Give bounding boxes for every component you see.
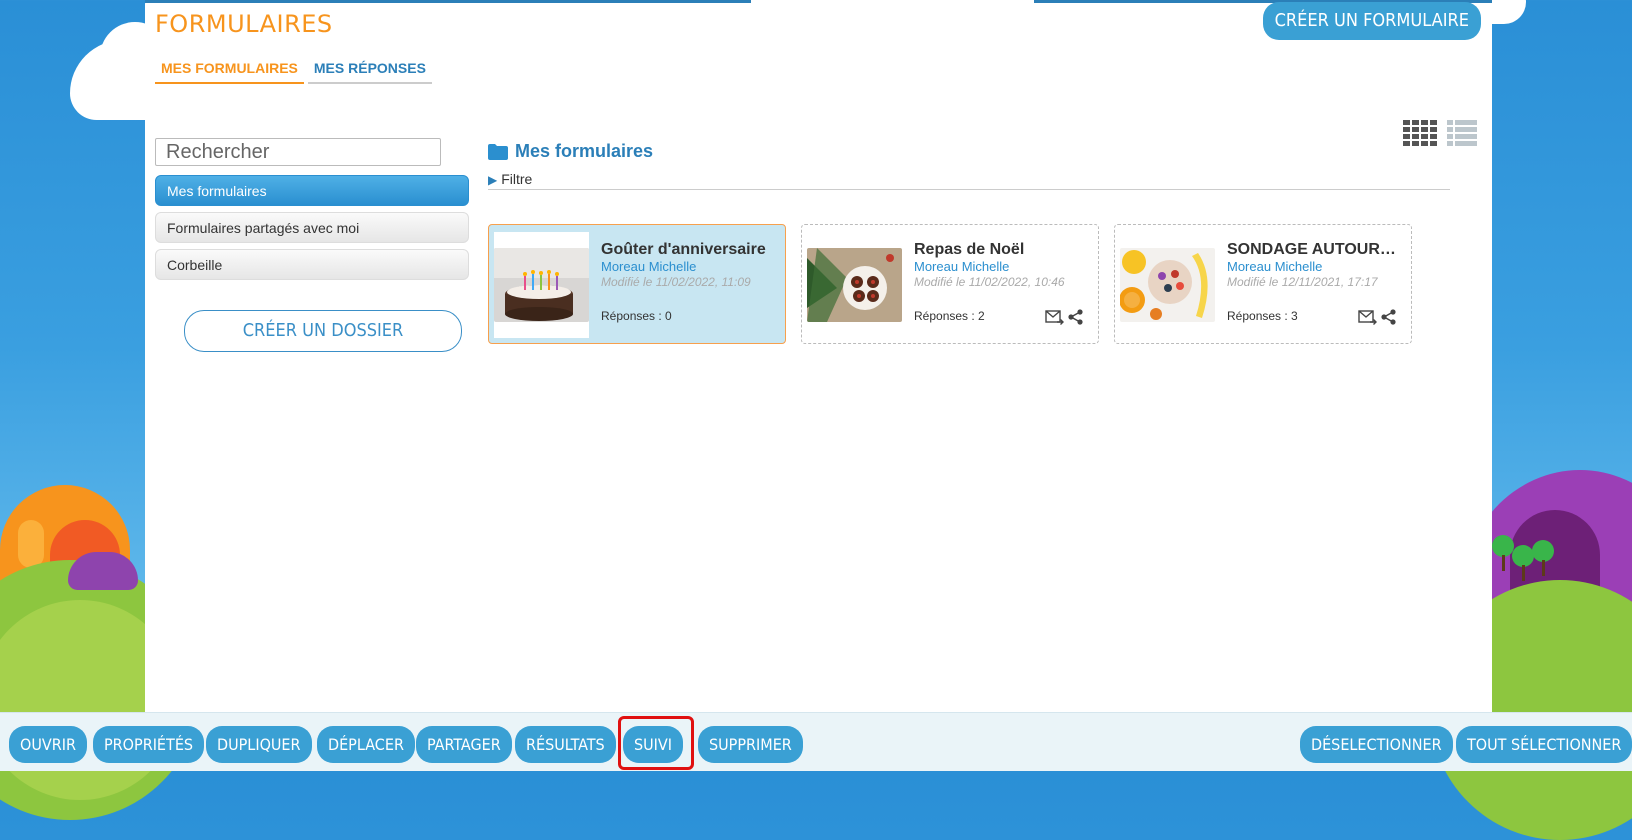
filter-toggle[interactable]: ▶ Filtre <box>488 171 1450 190</box>
form-author: Moreau Michelle <box>1227 259 1323 274</box>
send-email-icon[interactable] <box>1045 309 1064 325</box>
search-input[interactable] <box>155 138 441 166</box>
tab-my-responses[interactable]: MES RÉPONSES <box>307 56 432 84</box>
form-response-count: Réponses : 2 <box>914 309 985 323</box>
grid-view-icon[interactable] <box>1403 120 1437 146</box>
sidebar-item-trash[interactable]: Corbeille <box>155 249 469 280</box>
properties-button[interactable]: PROPRIÉTÉS <box>93 726 205 763</box>
folder-heading: Mes formulaires <box>488 141 653 162</box>
create-folder-button[interactable]: CRÉER UN DOSSIER <box>184 310 462 352</box>
form-card[interactable]: Repas de Noël Moreau Michelle Modifié le… <box>801 224 1099 344</box>
tab-my-forms[interactable]: MES FORMULAIRES <box>155 56 304 84</box>
form-modified-date: Modifié le 11/02/2022, 11:09 <box>601 275 751 289</box>
form-response-count: Réponses : 3 <box>1227 309 1298 323</box>
list-view-icon[interactable] <box>1447 120 1477 146</box>
breakfast-fruit-image <box>1120 248 1215 322</box>
christmas-cookies-image <box>807 248 902 322</box>
form-response-count: Réponses : 0 <box>601 309 672 323</box>
background-tree <box>1532 540 1554 576</box>
share-icon[interactable] <box>1067 309 1084 325</box>
form-author: Moreau Michelle <box>601 259 697 274</box>
share-icon[interactable] <box>1380 309 1397 325</box>
form-modified-date: Modifié le 11/02/2022, 10:46 <box>914 275 1065 289</box>
folder-icon <box>488 143 508 160</box>
form-title: Repas de Noël <box>914 241 1025 258</box>
form-thumbnail <box>494 232 589 338</box>
form-thumbnail <box>1120 232 1215 338</box>
folder-title: Mes formulaires <box>515 141 654 161</box>
background-tree <box>1492 535 1514 571</box>
background-bush <box>68 552 138 590</box>
create-form-button[interactable]: CRÉER UN FORMULAIRE <box>1262 2 1481 40</box>
card-actions <box>1045 309 1084 325</box>
share-button[interactable]: PARTAGER <box>416 726 512 763</box>
delete-button[interactable]: SUPPRIMER <box>698 726 803 763</box>
open-button[interactable]: OUVRIR <box>9 726 87 763</box>
form-card[interactable]: SONDAGE AUTOUR… Moreau Michelle Modifié … <box>1114 224 1412 344</box>
background-tree <box>1512 545 1534 581</box>
tracking-button[interactable]: SUIVI <box>623 726 684 763</box>
form-title: SONDAGE AUTOUR… <box>1227 241 1396 258</box>
form-title: Goûter d'anniversaire <box>601 241 766 258</box>
results-button[interactable]: RÉSULTATS <box>515 726 616 763</box>
tab-bar: MES FORMULAIRES MES RÉPONSES <box>155 56 432 84</box>
deselect-button[interactable]: DÉSELECTIONNER <box>1300 726 1453 763</box>
sidebar-item-shared-forms[interactable]: Formulaires partagés avec moi <box>155 212 469 243</box>
form-modified-date: Modifié le 12/11/2021, 17:17 <box>1227 275 1378 289</box>
form-card[interactable]: Goûter d'anniversaire Moreau Michelle Mo… <box>488 224 786 344</box>
form-thumbnail <box>807 232 902 338</box>
move-button[interactable]: DÉPLACER <box>317 726 415 763</box>
card-actions <box>1358 309 1397 325</box>
birthday-cake-image <box>494 248 589 322</box>
send-email-icon[interactable] <box>1358 309 1377 325</box>
app-title: FORMULAIRES <box>155 10 333 38</box>
filter-label: Filtre <box>501 171 533 187</box>
duplicate-button[interactable]: DUPLIQUER <box>206 726 312 763</box>
main-panel: FORMULAIRES CRÉER UN FORMULAIRE MES FORM… <box>145 0 1492 770</box>
background-hill <box>18 520 44 568</box>
form-author: Moreau Michelle <box>914 259 1010 274</box>
select-all-button[interactable]: TOUT SÉLECTIONNER <box>1456 726 1632 763</box>
sidebar-item-my-forms[interactable]: Mes formulaires <box>155 175 469 206</box>
expand-arrow-icon: ▶ <box>488 173 498 187</box>
